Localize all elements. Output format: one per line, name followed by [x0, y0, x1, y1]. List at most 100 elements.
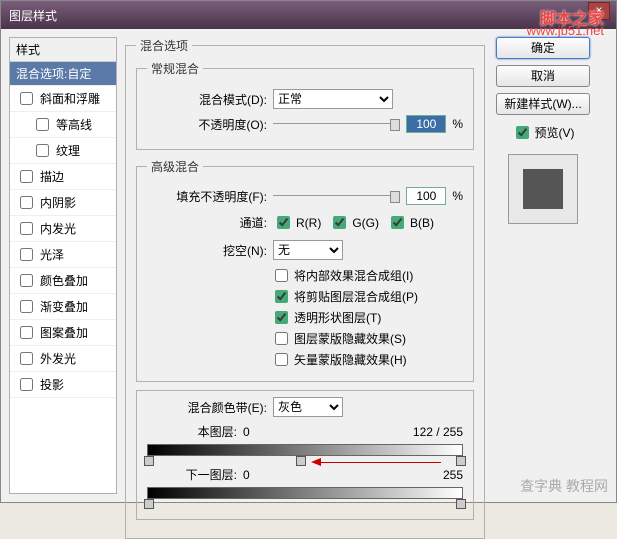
style-label: 内阴影: [40, 194, 76, 211]
preview-swatch: [523, 169, 563, 209]
under-layer-high: 255: [443, 468, 463, 482]
preview-box: [508, 154, 578, 224]
general-blending-group: 常规混合 混合模式(D): 正常 不透明度(O): %: [136, 60, 474, 150]
this-layer-label: 本图层:: [147, 423, 237, 440]
arrow-icon: [311, 458, 321, 466]
advanced-blending-group: 高级混合 填充不透明度(F): % 通道: R(R)G(G)B(B): [136, 158, 474, 382]
blending-options-group: 混合选项 常规混合 混合模式(D): 正常 不透明度(O):: [125, 37, 485, 539]
this-white-high-marker[interactable]: [456, 456, 466, 466]
style-label: 等高线: [56, 116, 92, 133]
percent-sign: %: [452, 189, 463, 203]
style-checkbox[interactable]: [20, 170, 33, 183]
options-title: 混合选项: [136, 37, 192, 54]
style-item[interactable]: 纹理: [10, 138, 116, 164]
style-checkbox[interactable]: [36, 144, 49, 157]
style-checkbox[interactable]: [20, 248, 33, 261]
this-black-marker[interactable]: [144, 456, 154, 466]
style-item[interactable]: 渐变叠加: [10, 294, 116, 320]
advanced-legend: 高级混合: [147, 158, 203, 175]
style-item[interactable]: 颜色叠加: [10, 268, 116, 294]
style-checkbox[interactable]: [20, 274, 33, 287]
style-item[interactable]: 描边: [10, 164, 116, 190]
this-layer-high: 122: [413, 425, 433, 439]
style-checkbox[interactable]: [20, 326, 33, 339]
style-label: 外发光: [40, 350, 76, 367]
channels-label: 通道:: [147, 214, 267, 231]
style-checkbox[interactable]: [20, 222, 33, 235]
style-item[interactable]: 光泽: [10, 242, 116, 268]
style-item[interactable]: 外发光: [10, 346, 116, 372]
under-layer-gradient[interactable]: [147, 487, 463, 499]
style-item[interactable]: 图案叠加: [10, 320, 116, 346]
style-checkbox[interactable]: [20, 196, 33, 209]
preview-checkbox[interactable]: 预览(V): [512, 123, 575, 142]
style-item[interactable]: 内发光: [10, 216, 116, 242]
knockout-label: 挖空(N):: [147, 242, 267, 259]
style-label: 渐变叠加: [40, 298, 88, 315]
style-item[interactable]: 斜面和浮雕: [10, 86, 116, 112]
new-style-button[interactable]: 新建样式(W)...: [496, 93, 590, 115]
blend-if-select[interactable]: 灰色: [273, 397, 343, 417]
under-black-marker[interactable]: [144, 499, 154, 509]
slash: /: [436, 425, 439, 439]
style-checkbox[interactable]: [20, 378, 33, 391]
advanced-option-checkbox[interactable]: 矢量蒙版隐藏效果(H): [271, 350, 463, 369]
style-label: 内发光: [40, 220, 76, 237]
this-layer-low: 0: [243, 425, 250, 439]
fill-opacity-input[interactable]: [406, 187, 446, 205]
blend-mode-select[interactable]: 正常: [273, 89, 393, 109]
advanced-option-checkbox[interactable]: 图层蒙版隐藏效果(S): [271, 329, 463, 348]
options-panel: 混合选项 常规混合 混合模式(D): 正常 不透明度(O):: [125, 37, 485, 494]
channel-checkbox[interactable]: R(R): [273, 213, 321, 232]
styles-header: 样式: [10, 38, 116, 62]
blend-if-label: 混合颜色带(E):: [147, 399, 267, 416]
watermark-credit: 查字典 教程网: [520, 476, 608, 496]
under-layer-low: 0: [243, 468, 250, 482]
styles-list: 混合选项:自定斜面和浮雕等高线纹理描边内阴影内发光光泽颜色叠加渐变叠加图案叠加外…: [10, 62, 116, 398]
style-item[interactable]: 内阴影: [10, 190, 116, 216]
style-label: 斜面和浮雕: [40, 90, 100, 107]
style-label: 混合选项:自定: [16, 65, 91, 82]
fill-opacity-slider[interactable]: [273, 191, 400, 201]
opacity-input[interactable]: [406, 115, 446, 133]
cancel-button[interactable]: 取消: [496, 65, 590, 87]
blend-mode-label: 混合模式(D):: [147, 91, 267, 108]
ok-button[interactable]: 确定: [496, 37, 590, 59]
percent-sign: %: [452, 117, 463, 131]
right-panel: 确定 取消 新建样式(W)... 预览(V): [493, 37, 593, 494]
style-label: 图案叠加: [40, 324, 88, 341]
style-label: 纹理: [56, 142, 80, 159]
style-checkbox[interactable]: [20, 300, 33, 313]
under-white-marker[interactable]: [456, 499, 466, 509]
blend-if-group: 混合颜色带(E): 灰色 本图层: 0 122 / 255: [136, 390, 474, 520]
general-legend: 常规混合: [147, 60, 203, 77]
under-layer-label: 下一图层:: [147, 466, 237, 483]
channels-row: R(R) G(G) B(B): [273, 211, 434, 234]
style-item[interactable]: 等高线: [10, 112, 116, 138]
opacity-slider[interactable]: [273, 119, 400, 129]
style-label: 颜色叠加: [40, 272, 88, 289]
knockout-select[interactable]: 无: [273, 240, 343, 260]
layer-style-dialog: 图层样式 × 脚本之家 www.jb51.net 样式 混合选项:自定斜面和浮雕…: [0, 0, 617, 503]
advanced-checks: 将内部效果混合成组(I) 将剪贴图层混合成组(P) 透明形状图层(T) 图层蒙版隐藏效…: [271, 266, 463, 369]
style-label: 描边: [40, 168, 64, 185]
this-layer-max: 255: [443, 425, 463, 439]
channel-checkbox[interactable]: G(G): [329, 213, 379, 232]
advanced-option-checkbox[interactable]: 将内部效果混合成组(I): [271, 266, 463, 285]
advanced-option-checkbox[interactable]: 透明形状图层(T): [271, 308, 463, 327]
channel-checkbox[interactable]: B(B): [387, 213, 434, 232]
opacity-label: 不透明度(O):: [147, 116, 267, 133]
style-label: 投影: [40, 376, 64, 393]
styles-panel: 样式 混合选项:自定斜面和浮雕等高线纹理描边内阴影内发光光泽颜色叠加渐变叠加图案…: [9, 37, 117, 494]
this-white-low-marker[interactable]: [296, 456, 306, 466]
style-item[interactable]: 混合选项:自定: [10, 62, 116, 86]
arrow-line: [321, 462, 441, 463]
titlebar[interactable]: 图层样式 × 脚本之家 www.jb51.net: [1, 1, 616, 29]
style-checkbox[interactable]: [36, 118, 49, 131]
style-item[interactable]: 投影: [10, 372, 116, 398]
this-layer-gradient[interactable]: [147, 444, 463, 456]
advanced-option-checkbox[interactable]: 将剪贴图层混合成组(P): [271, 287, 463, 306]
style-checkbox[interactable]: [20, 92, 33, 105]
style-checkbox[interactable]: [20, 352, 33, 365]
style-label: 光泽: [40, 246, 64, 263]
